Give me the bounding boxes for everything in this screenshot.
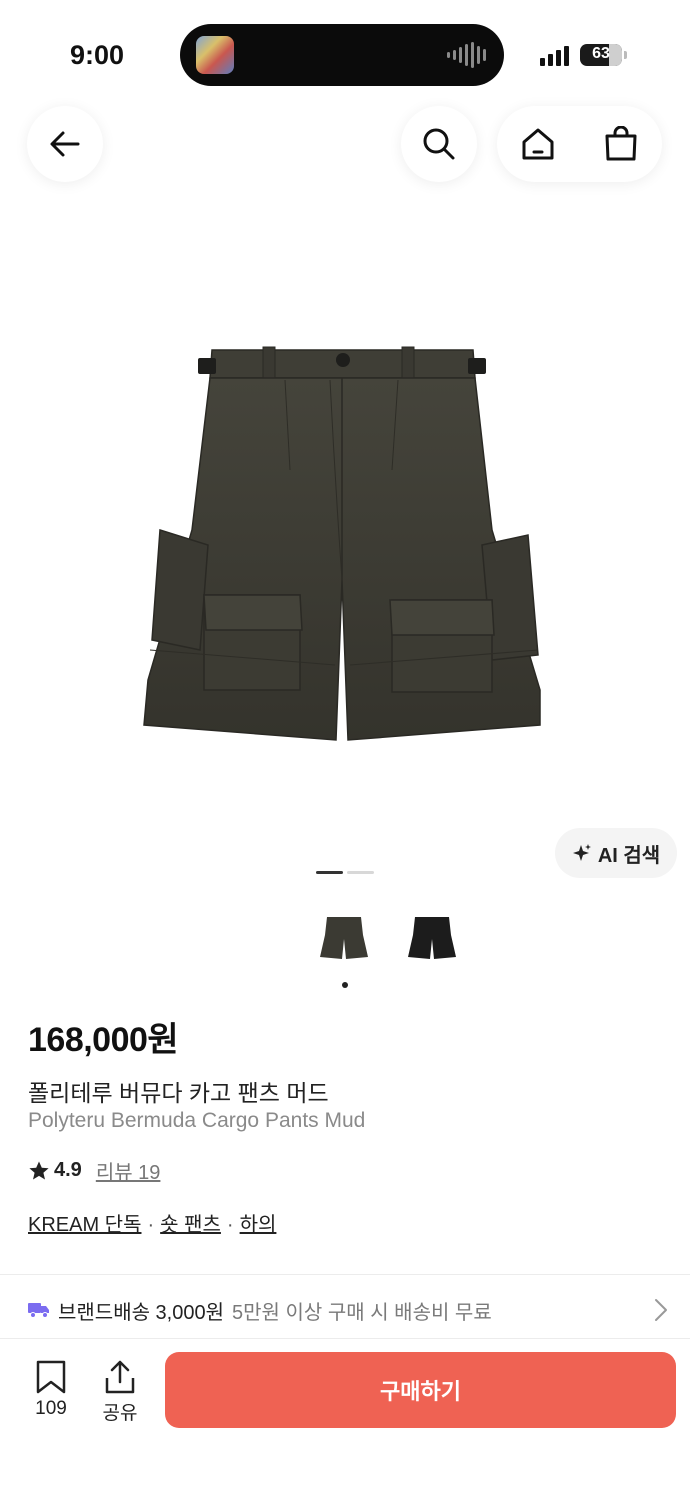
cart-button[interactable] bbox=[591, 114, 651, 174]
bookmark-count: 109 bbox=[35, 1398, 67, 1419]
product-name-korean: 폴리테루 버뮤다 카고 팬츠 머드 bbox=[28, 1080, 329, 1106]
now-playing-artwork bbox=[196, 36, 234, 74]
bottom-action-bar: 109 공유 구매하기 bbox=[0, 1340, 690, 1440]
selected-thumbnail-dot bbox=[342, 982, 348, 988]
shipping-info-row[interactable]: 브랜드배송 3,000원 5만원 이상 구매 시 배송비 무료 bbox=[28, 1290, 668, 1330]
shorts-thumbnail-black bbox=[408, 917, 456, 959]
chevron-right-icon bbox=[655, 1299, 667, 1321]
star-icon bbox=[29, 1161, 49, 1179]
tag-bottoms[interactable]: 하의 bbox=[240, 1214, 277, 1236]
thumbnail-mud[interactable] bbox=[315, 910, 373, 964]
share-icon bbox=[105, 1360, 135, 1394]
back-button[interactable] bbox=[27, 106, 103, 182]
battery-cap bbox=[624, 51, 627, 59]
shorts-thumbnail-mud bbox=[320, 917, 368, 959]
pager-dot bbox=[347, 871, 374, 874]
search-button[interactable] bbox=[401, 106, 477, 182]
product-price: 168,000원 bbox=[28, 1021, 179, 1059]
shopping-bag-icon bbox=[605, 126, 637, 161]
header-actions bbox=[497, 106, 662, 182]
battery-icon: 63 bbox=[580, 44, 622, 66]
delivery-truck-icon bbox=[28, 1303, 49, 1318]
shipping-label: 브랜드배송 3,000원 bbox=[58, 1301, 225, 1324]
tag-kream-exclusive[interactable]: KREAM 단독 bbox=[28, 1214, 141, 1236]
search-icon bbox=[423, 128, 455, 160]
product-image[interactable] bbox=[130, 330, 560, 760]
audio-wave-icon bbox=[447, 42, 486, 68]
dynamic-island bbox=[180, 24, 504, 86]
tag-short-pants[interactable]: 숏 팬츠 bbox=[160, 1214, 221, 1236]
color-thumbnails bbox=[315, 910, 461, 964]
status-time: 9:00 bbox=[70, 40, 125, 70]
cargo-shorts-illustration bbox=[143, 346, 541, 741]
ai-search-label: AI 검색 bbox=[597, 844, 661, 867]
back-arrow-icon bbox=[50, 131, 80, 157]
category-tags: KREAM 단독 · 숏 팬츠 · 하의 bbox=[28, 1214, 277, 1236]
sparkle-icon bbox=[572, 844, 591, 861]
review-link[interactable]: 리뷰 19 bbox=[96, 1156, 161, 1185]
rating-row: 4.9 리뷰 19 bbox=[28, 1156, 160, 1185]
image-pager bbox=[316, 871, 374, 874]
buy-button[interactable]: 구매하기 bbox=[165, 1352, 676, 1428]
share-button[interactable]: 공유 bbox=[95, 1360, 145, 1425]
cellular-signal-icon bbox=[540, 44, 569, 66]
share-label: 공유 bbox=[102, 1403, 138, 1424]
home-icon bbox=[522, 128, 554, 160]
ai-search-button[interactable]: AI 검색 bbox=[555, 828, 677, 878]
shipping-note: 5만원 이상 구매 시 배송비 무료 bbox=[232, 1301, 492, 1324]
pager-dot-active bbox=[316, 871, 343, 874]
bookmark-icon bbox=[36, 1360, 66, 1394]
home-button[interactable] bbox=[508, 114, 568, 174]
rating-score: 4.9 bbox=[54, 1159, 82, 1181]
bottom-divider bbox=[0, 1338, 690, 1339]
status-bar: 9:00 63 bbox=[0, 0, 690, 110]
section-divider bbox=[0, 1274, 690, 1275]
bookmark-button[interactable]: 109 bbox=[26, 1360, 76, 1420]
thumbnail-black[interactable] bbox=[403, 910, 461, 964]
battery-level: 63 bbox=[592, 45, 610, 62]
product-name-english: Polyteru Bermuda Cargo Pants Mud bbox=[28, 1109, 366, 1132]
